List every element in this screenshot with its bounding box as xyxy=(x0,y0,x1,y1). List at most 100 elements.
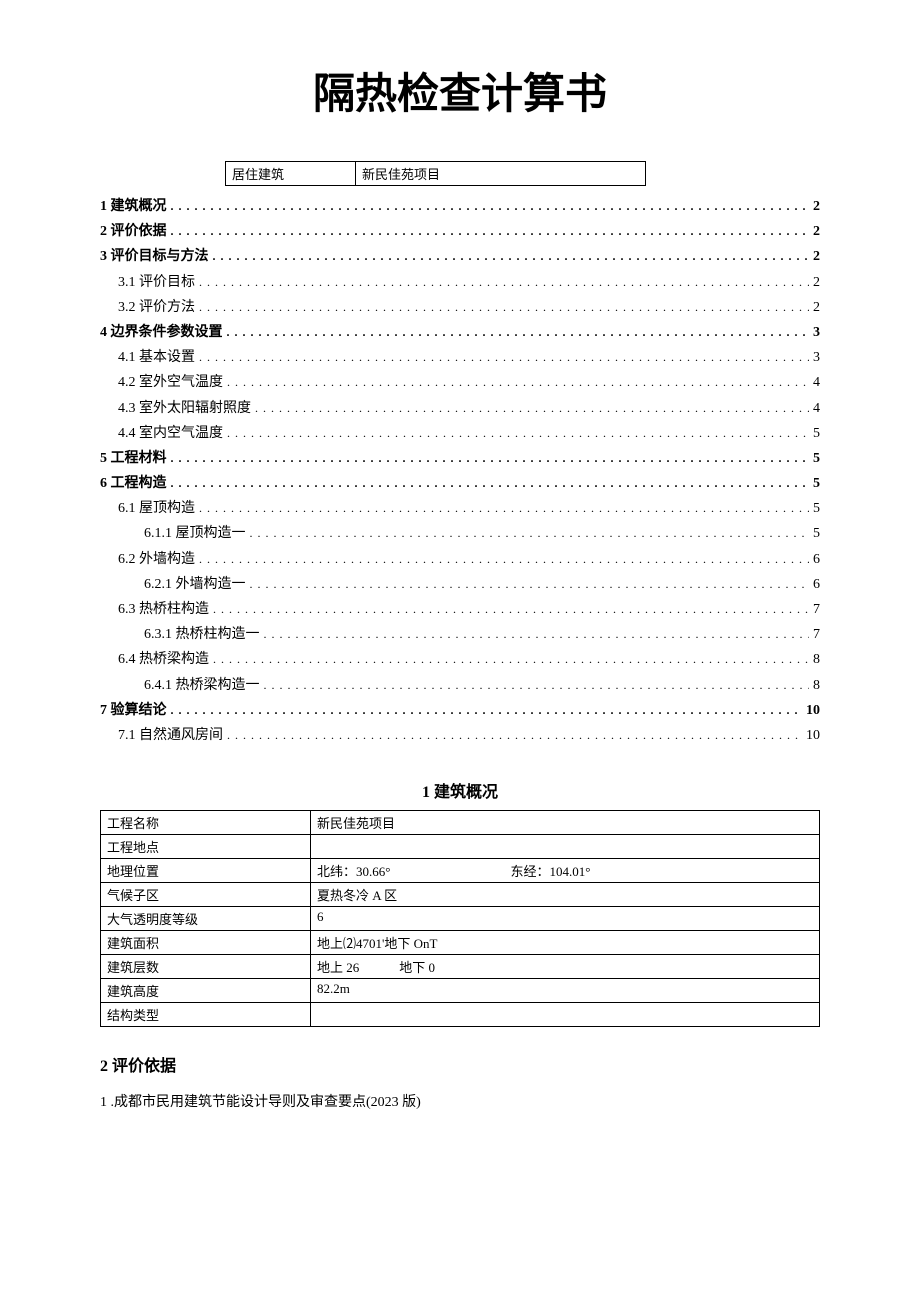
toc-item: 2 评价依据 2 xyxy=(100,219,820,244)
toc-item: 5 工程材料 5 xyxy=(100,446,820,471)
toc-label: 4.4 室内空气温度 xyxy=(118,421,223,446)
row-value: 新民佳苑项目 xyxy=(311,811,820,835)
toc-label: 6.1 屋顶构造 xyxy=(118,496,195,521)
row-value: 地上 26 地下 0 xyxy=(311,955,820,979)
table-row: 大气透明度等级6 xyxy=(101,907,820,931)
toc-label: 4.3 室外太阳辐射照度 xyxy=(118,396,251,421)
toc-dots xyxy=(199,549,809,563)
toc-page: 10 xyxy=(806,698,820,723)
toc-dots xyxy=(171,448,810,462)
table-of-contents: 1 建筑概况2 2 评价依据 2 3 评价目标与方法 2 3.1 评价目标2 3.2… xyxy=(100,194,820,748)
table-row: 气候子区夏热冬冷 A 区 xyxy=(101,883,820,907)
table-row: 工程名称新民佳苑项目 xyxy=(101,811,820,835)
toc-label: 4.1 基本设置 xyxy=(118,345,195,370)
toc-label: 6.3 热桥柱构造 xyxy=(118,597,209,622)
row-value: 82.2m xyxy=(311,979,820,1003)
row-label: 地理位置 xyxy=(101,859,311,883)
toc-item: 7 验算结论10 xyxy=(100,698,820,723)
toc-dots xyxy=(199,347,809,361)
row-value: 夏热冬冷 A 区 xyxy=(311,883,820,907)
row-label: 工程名称 xyxy=(101,811,311,835)
toc-label: 1 建筑概况 xyxy=(100,194,167,219)
toc-page: 7 xyxy=(813,597,820,622)
toc-dots xyxy=(250,523,810,537)
toc-item: 3.2 评价方法2 xyxy=(100,295,820,320)
basis-item-1: 1 .成都市民用建筑节能设计导则及审查要点(2023 版) xyxy=(100,1091,820,1111)
toc-item: 4.1 基本设置 3 xyxy=(100,345,820,370)
toc-label: 6.2 外墙构造 xyxy=(118,547,195,572)
toc-item: 6.4.1 热桥梁构造一 8 xyxy=(100,673,820,698)
toc-dots xyxy=(171,221,810,235)
toc-dots xyxy=(213,599,809,613)
toc-page: 5 xyxy=(813,471,820,496)
toc-dots xyxy=(264,624,810,638)
toc-item: 4.4 室内空气温度5 xyxy=(100,421,820,446)
row-label: 建筑高度 xyxy=(101,979,311,1003)
toc-dots xyxy=(171,196,810,210)
toc-dots xyxy=(227,372,809,386)
toc-page: 3 xyxy=(813,345,820,370)
table-row: 建筑层数地上 26地下 0 xyxy=(101,955,820,979)
toc-dots xyxy=(227,423,809,437)
toc-label: 6.1.1 屋顶构造一 xyxy=(144,521,246,546)
toc-dots xyxy=(264,675,810,689)
floors-above: 地上 26 xyxy=(317,957,359,976)
section-1-heading: 1 建筑概况 xyxy=(100,778,820,802)
toc-item: 4 边界条件参数设置3 xyxy=(100,320,820,345)
toc-item: 7.1 自然通风房间10 xyxy=(100,723,820,748)
header-table: 居住建筑 新民佳苑项目 xyxy=(225,161,646,186)
toc-item: 1 建筑概况2 xyxy=(100,194,820,219)
toc-item: 3.1 评价目标2 xyxy=(100,270,820,295)
table-row: 工程地点 xyxy=(101,835,820,859)
toc-dots xyxy=(213,246,810,260)
toc-label: 6.3.1 热桥柱构造一 xyxy=(144,622,260,647)
toc-dots xyxy=(199,498,809,512)
toc-label: 3.1 评价目标 xyxy=(118,270,195,295)
toc-dots xyxy=(171,700,803,714)
latitude: 北纬：30.66° xyxy=(317,861,390,880)
row-label: 气候子区 xyxy=(101,883,311,907)
toc-item: 6.3 热桥柱构造 7 xyxy=(100,597,820,622)
toc-page: 5 xyxy=(813,521,820,546)
row-value: 地上⑵4701'地下 OnT xyxy=(311,931,820,955)
toc-page: 7 xyxy=(813,622,820,647)
table-row: 建筑高度82.2m xyxy=(101,979,820,1003)
toc-dots xyxy=(227,322,810,336)
toc-item: 6.4 热桥梁构造8 xyxy=(100,647,820,672)
row-label: 结构类型 xyxy=(101,1003,311,1027)
toc-dots xyxy=(255,398,809,412)
toc-page: 8 xyxy=(813,673,820,698)
floors-below: 地下 0 xyxy=(399,957,435,976)
row-label: 建筑面积 xyxy=(101,931,311,955)
row-value: 北纬：30.66° 东经：104.01° xyxy=(311,859,820,883)
header-project-cell: 新民佳苑项目 xyxy=(356,162,646,186)
table-row: 地理位置北纬：30.66° 东经：104.01° xyxy=(101,859,820,883)
toc-page: 2 xyxy=(813,244,820,269)
toc-page: 5 xyxy=(813,496,820,521)
toc-page: 5 xyxy=(813,446,820,471)
toc-page: 10 xyxy=(806,723,820,748)
toc-label: 6.4 热桥梁构造 xyxy=(118,647,209,672)
toc-dots xyxy=(213,649,809,663)
building-overview-table: 工程名称新民佳苑项目 工程地点 地理位置北纬：30.66°东经：104.01° … xyxy=(100,810,820,1027)
toc-page: 6 xyxy=(813,572,820,597)
longitude: 东经：104.01° xyxy=(510,861,590,880)
toc-item: 3 评价目标与方法 2 xyxy=(100,244,820,269)
toc-label: 2 评价依据 xyxy=(100,219,167,244)
toc-item: 6.1 屋顶构造 5 xyxy=(100,496,820,521)
toc-page: 2 xyxy=(813,219,820,244)
toc-dots xyxy=(227,725,802,739)
toc-page: 4 xyxy=(813,396,820,421)
toc-item: 4.3 室外太阳辐射照度 4 xyxy=(100,396,820,421)
toc-page: 6 xyxy=(813,547,820,572)
row-value: 6 xyxy=(311,907,820,931)
toc-page: 3 xyxy=(813,320,820,345)
table-row: 结构类型 xyxy=(101,1003,820,1027)
toc-item: 6.1.1 屋顶构造一 5 xyxy=(100,521,820,546)
toc-label: 4.2 室外空气温度 xyxy=(118,370,223,395)
row-value xyxy=(311,835,820,859)
toc-label: 3 评价目标与方法 xyxy=(100,244,209,269)
toc-label: 6.4.1 热桥梁构造一 xyxy=(144,673,260,698)
toc-label: 5 工程材料 xyxy=(100,446,167,471)
toc-item: 4.2 室外空气温度4 xyxy=(100,370,820,395)
